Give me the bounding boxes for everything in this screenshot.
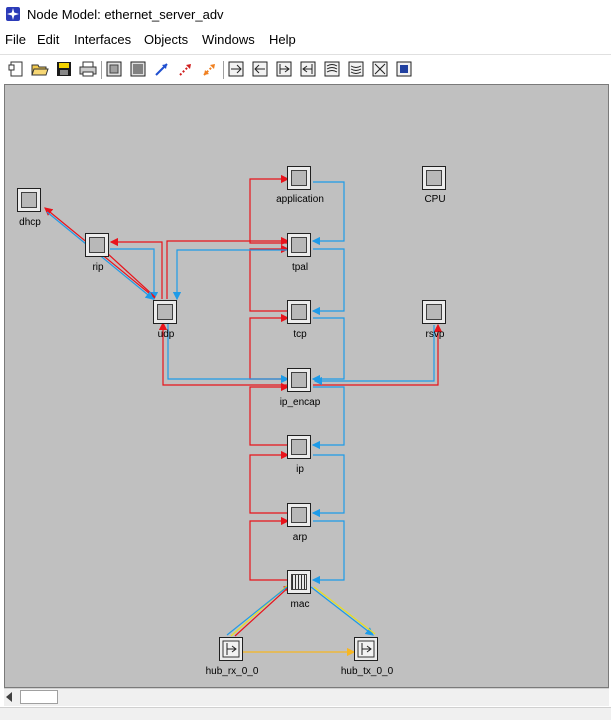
- node-tcp[interactable]: [287, 300, 311, 324]
- stream-tcp-ipencap: [311, 317, 345, 384]
- open-folder-icon[interactable]: [30, 59, 50, 79]
- menu-interfaces[interactable]: Interfaces: [74, 32, 131, 47]
- menu-windows[interactable]: Windows: [202, 32, 255, 47]
- stream-rsvp-ipencap: [313, 325, 435, 386]
- queue-icon[interactable]: [128, 59, 148, 79]
- stream-tpal-application: [249, 174, 290, 244]
- window-title: Node Model: ethernet_server_adv: [27, 7, 224, 22]
- node-label-application: application: [276, 194, 324, 205]
- node-mac[interactable]: [287, 570, 311, 594]
- point-to-point-rx-icon[interactable]: [250, 59, 270, 79]
- scroll-left-arrow-icon[interactable]: [6, 692, 12, 702]
- node-label-hub-rx: hub_rx_0_0: [205, 666, 259, 677]
- stream-application-tpal: [311, 181, 345, 246]
- horizontal-scrollbar[interactable]: [4, 688, 609, 706]
- menu-edit[interactable]: Edit: [37, 32, 59, 47]
- node-ip[interactable]: [287, 435, 311, 459]
- node-label-dhcp: dhcp: [19, 217, 41, 228]
- print-icon[interactable]: [78, 59, 98, 79]
- antenna-icon[interactable]: [370, 59, 390, 79]
- node-label-arp: arp: [292, 532, 308, 543]
- stream-ip-arp: [311, 454, 345, 518]
- association-icon[interactable]: [200, 59, 220, 79]
- stream-tpal-tcp: [311, 248, 345, 316]
- processor-icon[interactable]: [104, 59, 124, 79]
- menu-bar: File Edit Interfaces Objects Windows Hel…: [0, 30, 611, 50]
- stream-mac-arp: [249, 516, 290, 581]
- stream-arp-ip: [249, 450, 290, 514]
- stream-ip-ipencap: [249, 382, 290, 446]
- node-hub-rx[interactable]: [219, 637, 243, 661]
- node-label-udp: udp: [157, 329, 175, 340]
- radio-rx-icon[interactable]: [346, 59, 366, 79]
- node-editor-canvas[interactable]: application CPU dhcp rip tpal udp tcp rs…: [4, 84, 609, 688]
- menu-objects[interactable]: Objects: [144, 32, 188, 47]
- stream-ipencap-tcp: [249, 313, 290, 380]
- bus-rx-icon[interactable]: [298, 59, 318, 79]
- new-node-icon[interactable]: [6, 59, 26, 79]
- node-ip-encap[interactable]: [287, 368, 311, 392]
- node-label-cpu: CPU: [424, 194, 446, 205]
- toolbar-separator: [223, 61, 224, 79]
- stream-tpal-udp: [172, 249, 288, 301]
- menu-file[interactable]: File: [5, 32, 26, 47]
- toolbar: [0, 54, 611, 83]
- node-label-rsvp: rsvp: [425, 329, 445, 340]
- node-label-hub-tx: hub_tx_0_0: [340, 666, 394, 677]
- external-system-icon[interactable]: [394, 59, 414, 79]
- node-hub-tx[interactable]: [354, 637, 378, 661]
- node-label-rip: rip: [92, 262, 104, 273]
- bus-tx-icon[interactable]: [274, 59, 294, 79]
- scroll-thumb[interactable]: [20, 690, 58, 704]
- stream-ipencap-rsvp: [313, 323, 443, 386]
- title-bar: Node Model: ethernet_server_adv: [0, 0, 611, 30]
- stream-rip-udp-diag: [106, 252, 156, 298]
- statistic-wire-icon[interactable]: [176, 59, 196, 79]
- node-label-ip: ip: [296, 464, 304, 475]
- node-udp[interactable]: [153, 300, 177, 324]
- node-dhcp[interactable]: [17, 188, 41, 212]
- point-to-point-tx-icon[interactable]: [226, 59, 246, 79]
- stream-udp-ipencap: [167, 323, 290, 384]
- app-icon: [6, 7, 20, 21]
- stream-tcp-tpal: [249, 244, 290, 312]
- node-label-tpal: tpal: [291, 262, 309, 273]
- stream-mac-hubtx-yellow: [313, 586, 376, 635]
- stream-mac-hubtx: [310, 586, 374, 636]
- stream-ipencap-ip: [311, 386, 345, 450]
- node-arp[interactable]: [287, 503, 311, 527]
- node-cpu[interactable]: [422, 166, 446, 190]
- node-tpal[interactable]: [287, 233, 311, 257]
- node-rsvp[interactable]: [422, 300, 446, 324]
- node-label-mac: mac: [290, 599, 310, 610]
- stream-hubrx-mac: [234, 584, 292, 637]
- stream-ipencap-udp: [158, 321, 288, 386]
- node-application[interactable]: [287, 166, 311, 190]
- status-bar: [0, 707, 611, 720]
- stream-arp-mac: [311, 520, 345, 585]
- menu-help[interactable]: Help: [269, 32, 296, 47]
- packet-stream-icon[interactable]: [152, 59, 172, 79]
- node-label-tcp: tcp: [293, 329, 307, 340]
- stream-mac-hubrx: [226, 586, 288, 636]
- save-disk-icon[interactable]: [54, 59, 74, 79]
- toolbar-separator: [101, 61, 102, 79]
- node-label-ip-encap: ip_encap: [279, 397, 321, 408]
- node-rip[interactable]: [85, 233, 109, 257]
- radio-tx-icon[interactable]: [322, 59, 342, 79]
